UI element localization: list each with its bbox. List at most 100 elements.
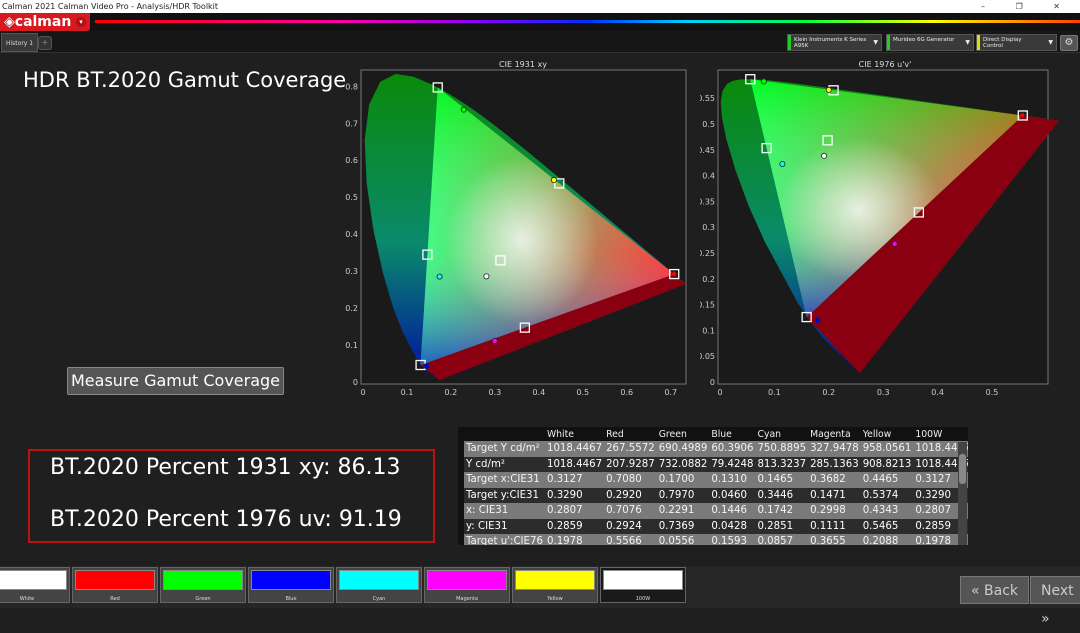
table-cell: 0.1471 bbox=[808, 487, 861, 503]
meter-selector[interactable]: Klein Instruments K Series A95K ▼ bbox=[787, 34, 882, 51]
table-header-row: White Red Green Blue Cyan Magenta Yellow 100W bbox=[464, 427, 968, 441]
x-tick-label: 0.4 bbox=[532, 388, 545, 397]
patch-magenta[interactable]: Magenta bbox=[424, 567, 510, 603]
gear-icon[interactable]: ⚙ bbox=[1060, 35, 1078, 51]
measured-marker-magenta bbox=[891, 240, 898, 247]
x-tick-label: 0 bbox=[717, 388, 722, 397]
measurement-table: White Red Green Blue Cyan Magenta Yellow 100W Ta… bbox=[458, 427, 968, 545]
table-cell: 0.0556 bbox=[656, 534, 710, 545]
table-cell: 1018.4467 bbox=[544, 441, 605, 457]
table-cell: 0.5566 bbox=[604, 534, 657, 545]
y-tick-label: 0 bbox=[353, 378, 358, 387]
table-cell: 0.1446 bbox=[709, 503, 756, 519]
status-bar bbox=[977, 35, 980, 50]
table-cell: 0.5465 bbox=[860, 518, 914, 534]
table-cell: 0.3655 bbox=[808, 534, 861, 545]
table-row: Target x:CIE31 0.3127 0.7080 0.1700 0.1310 0.… bbox=[464, 472, 968, 488]
window-controls[interactable]: – ❐ ✕ bbox=[981, 0, 1074, 13]
next-button[interactable]: Next » bbox=[1030, 576, 1080, 627]
swatch-label: Yellow bbox=[547, 596, 563, 602]
measured-marker-yellow bbox=[550, 177, 557, 184]
add-tab-button[interactable]: + bbox=[38, 36, 52, 50]
table-cell: Target u':CIE76 bbox=[464, 534, 545, 545]
table-cell: 0.4465 bbox=[860, 472, 914, 488]
table-cell: 0.1465 bbox=[755, 472, 809, 488]
x-tick-label: 0.2 bbox=[822, 388, 835, 397]
table-cell: 0.2998 bbox=[808, 503, 861, 519]
app-header: ◈calman ▾ bbox=[0, 13, 1080, 31]
table-cell: 0.1742 bbox=[755, 503, 809, 519]
chevron-down-icon: ▼ bbox=[873, 39, 878, 46]
y-tick-label: 0.2 bbox=[345, 304, 358, 313]
measure-gamut-coverage-button[interactable]: Measure Gamut Coverage bbox=[67, 367, 284, 395]
coverage-1976-uv: BT.2020 Percent 1976 uv: 91.19 bbox=[50, 507, 402, 532]
table-row: y: CIE31 0.2859 0.2924 0.7369 0.0428 0.2851 0.… bbox=[464, 518, 968, 534]
table-cell: Y cd/m² bbox=[464, 456, 545, 472]
patch-blue[interactable]: Blue bbox=[248, 567, 334, 603]
measured-marker-cyan bbox=[436, 273, 443, 280]
y-tick-label: 0.2 bbox=[702, 275, 715, 284]
patch-red[interactable]: Red bbox=[72, 567, 158, 603]
column-header: Blue bbox=[711, 428, 732, 440]
table-row: Target Y cd/m² 1018.4467 267.5572 690.4989 6… bbox=[464, 441, 968, 457]
measured-marker-magenta bbox=[491, 337, 498, 344]
page-title: HDR BT.2020 Gamut Coverage bbox=[23, 68, 347, 92]
table-cell: 60.3906 bbox=[709, 441, 756, 457]
table-cell: 0.2859 bbox=[544, 518, 605, 534]
table-cell: 0.3127 bbox=[544, 472, 605, 488]
table-cell: 0.3446 bbox=[755, 487, 809, 503]
table-cell: 0.2924 bbox=[604, 518, 657, 534]
patch-white[interactable]: White bbox=[0, 567, 70, 603]
y-tick-label: 0.15 bbox=[700, 301, 715, 310]
swatch-label: 100W bbox=[635, 596, 651, 602]
table-cell: 267.5572 bbox=[604, 441, 657, 457]
display-selector[interactable]: Direct Display Control ▼ bbox=[976, 34, 1057, 51]
table-scrollbar[interactable] bbox=[958, 442, 967, 545]
table-cell: 732.0882 bbox=[656, 456, 710, 472]
y-tick-label: 0.25 bbox=[700, 249, 715, 258]
y-tick-label: 0.1 bbox=[702, 326, 715, 335]
table-cell: Target Y cd/m² bbox=[464, 441, 545, 457]
swatch-label: Blue bbox=[285, 596, 297, 602]
cie-1976-chart: CIE 1976 u'v' 0 0.1 0.2 0.3 0.4 0.5 0 0.05 0.1 0.1… bbox=[700, 60, 1060, 397]
patch-yellow[interactable]: Yellow bbox=[512, 567, 598, 603]
coverage-1931-xy: BT.2020 Percent 1931 xy: 86.13 bbox=[50, 455, 401, 480]
x-tick-label: 0.3 bbox=[877, 388, 890, 397]
swatch-color bbox=[75, 570, 155, 590]
x-tick-label: 0.5 bbox=[986, 388, 999, 397]
table-cell: 0.0460 bbox=[709, 487, 756, 503]
swatch-color bbox=[427, 570, 507, 590]
tab-history-1[interactable]: History 1 bbox=[1, 33, 39, 52]
column-header: Magenta bbox=[810, 428, 851, 440]
table-row: x: CIE31 0.2807 0.7076 0.2291 0.1446 0.1742 0.… bbox=[464, 503, 968, 519]
table-cell: 0.1111 bbox=[808, 518, 861, 534]
patch-100w[interactable]: 100W bbox=[600, 567, 686, 603]
table-cell: x: CIE31 bbox=[464, 503, 545, 519]
x-tick-label: 0.1 bbox=[768, 388, 781, 397]
y-tick-label: 0.45 bbox=[700, 146, 715, 155]
table-cell: 750.8895 bbox=[755, 441, 809, 457]
measured-marker-blue bbox=[814, 317, 821, 324]
y-tick-label: 0.3 bbox=[702, 223, 715, 232]
patch-green[interactable]: Green bbox=[160, 567, 246, 603]
scrollbar-thumb[interactable] bbox=[959, 454, 966, 484]
table-cell: 0.1310 bbox=[709, 472, 756, 488]
measured-marker-green bbox=[460, 106, 467, 113]
table-cell: 1018.4467 bbox=[544, 456, 605, 472]
table-cell: 79.4248 bbox=[709, 456, 756, 472]
measured-marker-cyan bbox=[779, 160, 786, 167]
generator-selector[interactable]: Murideo 6G Generator ▼ bbox=[886, 34, 974, 51]
patch-cyan[interactable]: Cyan bbox=[336, 567, 422, 603]
calman-menu-button[interactable]: ◈calman ▾ bbox=[0, 13, 90, 31]
status-bar bbox=[887, 35, 890, 50]
swatch-color bbox=[515, 570, 595, 590]
swatch-label: Red bbox=[110, 596, 120, 602]
y-tick-label: 0.4 bbox=[702, 172, 715, 181]
x-tick-label: 0.1 bbox=[401, 388, 414, 397]
swatch-color bbox=[0, 570, 67, 590]
x-tick-label: 0.3 bbox=[489, 388, 502, 397]
back-button[interactable]: « Back bbox=[960, 576, 1030, 604]
column-header: Cyan bbox=[757, 428, 782, 440]
chevron-down-icon: ▼ bbox=[965, 39, 970, 46]
column-header: White bbox=[546, 428, 575, 440]
